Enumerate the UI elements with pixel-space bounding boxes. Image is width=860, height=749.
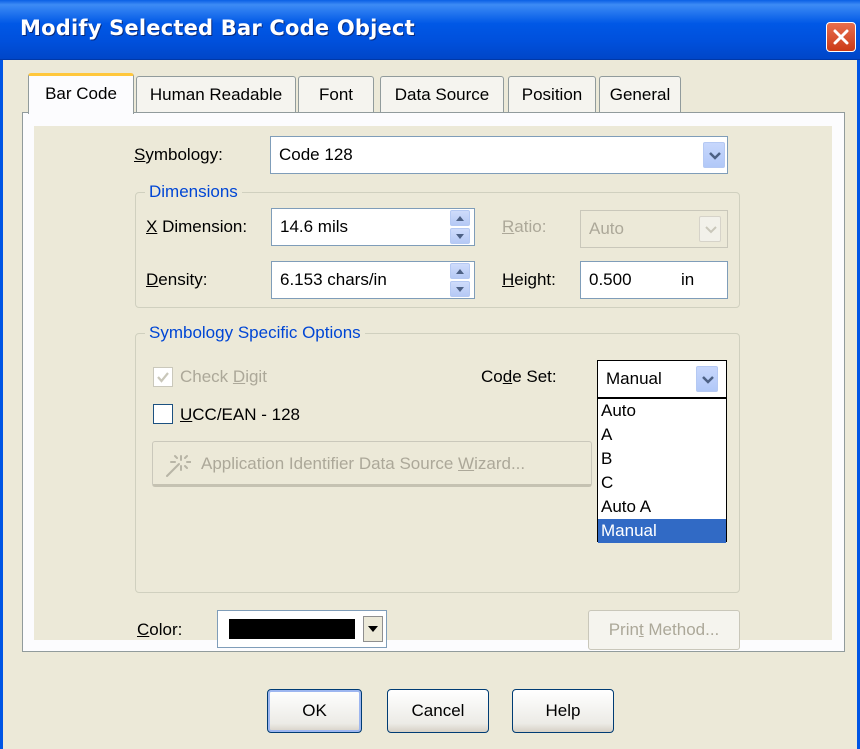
tab-label: Data Source <box>394 85 490 104</box>
symbology-label: Symbology: <box>134 145 223 164</box>
symbology-dropdown-button[interactable] <box>703 142 725 168</box>
x-dimension-label: X Dimension: <box>146 217 248 236</box>
chevron-down-icon <box>709 152 721 160</box>
tab-general[interactable]: General <box>599 76 681 112</box>
checkmark-icon <box>157 372 169 383</box>
density-value: 6.153 chars/in <box>280 270 387 289</box>
spin-up-button[interactable] <box>450 263 470 279</box>
code-set-option-manual[interactable]: Manual <box>598 519 726 543</box>
tab-human-readable[interactable]: Human Readable <box>136 76 296 112</box>
ok-button[interactable]: OK <box>267 689 362 733</box>
symbology-select[interactable]: Code 128 <box>270 136 728 174</box>
code-set-value: Manual <box>606 369 662 388</box>
chevron-down-icon <box>702 376 714 384</box>
tab-data-source[interactable]: Data Source <box>380 76 504 112</box>
cancel-button[interactable]: Cancel <box>387 689 489 733</box>
chevron-down-icon <box>705 226 717 234</box>
spin-down-button[interactable] <box>450 228 470 244</box>
tab-font[interactable]: Font <box>298 76 374 112</box>
code-set-option-a[interactable]: A <box>598 423 726 447</box>
close-button[interactable] <box>826 22 856 52</box>
window-title: Modify Selected Bar Code Object <box>20 16 415 40</box>
color-picker[interactable] <box>217 610 387 648</box>
dimensions-group-title: Dimensions <box>145 182 242 202</box>
tab-bar-code[interactable]: Bar Code <box>28 73 134 114</box>
ucc-ean-checkbox[interactable] <box>153 404 173 424</box>
check-digit-checkbox <box>153 367 173 387</box>
density-input[interactable]: 6.153 chars/in <box>271 261 475 299</box>
arrow-down-icon <box>456 234 464 239</box>
tab-label: Human Readable <box>149 85 283 104</box>
color-swatch <box>229 619 355 639</box>
code-set-option-c[interactable]: C <box>598 471 726 495</box>
density-spinner[interactable] <box>450 263 470 297</box>
tab-position[interactable]: Position <box>508 76 596 112</box>
code-set-label: Code Set: <box>481 367 557 386</box>
color-label: Color: <box>137 620 183 639</box>
spin-up-button[interactable] <box>450 210 470 226</box>
symbology-options-group-title: Symbology Specific Options <box>145 323 365 343</box>
ucc-ean-label: UCC/EAN - 128 <box>180 405 300 424</box>
help-button[interactable]: Help <box>512 689 614 733</box>
wizard-icon <box>166 455 191 477</box>
height-value: 0.500 <box>589 270 632 289</box>
tab-label: Position <box>521 85 583 104</box>
arrow-down-icon <box>456 287 464 292</box>
height-input[interactable]: 0.500 in <box>580 261 728 299</box>
height-unit: in <box>681 270 695 289</box>
spin-down-button[interactable] <box>450 281 470 297</box>
title-bar: Modify Selected Bar Code Object <box>0 0 860 60</box>
x-dimension-input[interactable]: 14.6 mils <box>271 208 475 246</box>
check-digit-label: Check Digit <box>180 367 267 386</box>
code-set-option-b[interactable]: B <box>598 447 726 471</box>
arrow-up-icon <box>456 216 464 221</box>
density-label: Density: <box>146 270 208 289</box>
application-identifier-wizard-button: Application Identifier Data Source Wizar… <box>152 441 592 487</box>
tab-label: Font <box>318 85 354 104</box>
wizard-button-label: Application Identifier Data Source Wizar… <box>201 454 526 473</box>
code-set-dropdown-button[interactable] <box>696 366 718 392</box>
symbology-value: Code 128 <box>279 145 353 164</box>
arrow-down-icon <box>368 626 378 632</box>
code-set-dropdown-list[interactable]: Auto A B C Auto A Manual <box>597 398 727 543</box>
color-dropdown-button[interactable] <box>363 616 383 642</box>
code-set-option-auto-a[interactable]: Auto A <box>598 495 726 519</box>
tab-label: General <box>609 85 671 104</box>
height-label: Height: <box>502 270 556 289</box>
code-set-option-auto[interactable]: Auto <box>598 399 726 423</box>
x-dimension-value: 14.6 mils <box>280 217 349 236</box>
x-dimension-spinner[interactable] <box>450 210 470 244</box>
close-icon <box>833 29 849 45</box>
ratio-dropdown-button <box>699 216 721 242</box>
ratio-label: Ratio: <box>502 217 547 236</box>
tab-label: Bar Code <box>45 84 117 103</box>
ratio-value: Auto <box>589 219 624 238</box>
print-method-button: Print Method... <box>588 610 740 650</box>
arrow-up-icon <box>456 269 464 274</box>
